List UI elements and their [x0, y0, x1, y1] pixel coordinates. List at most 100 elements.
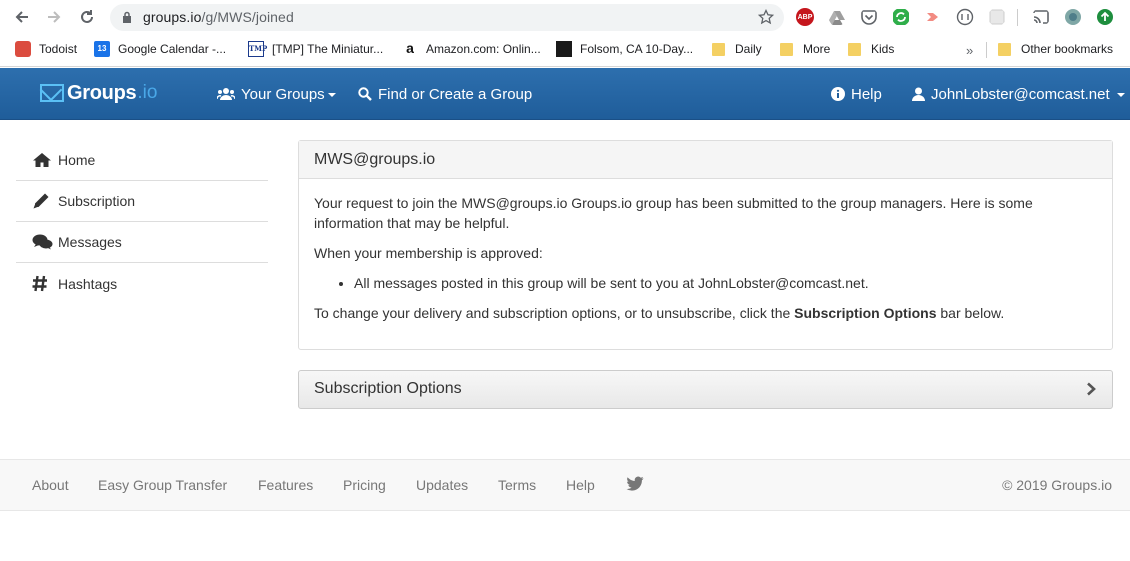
reload-icon	[81, 10, 93, 23]
chrome-divider	[0, 66, 1130, 67]
site-navbar: Groups .io Your Groups Find or Create a …	[0, 68, 1130, 120]
your-groups-dropdown[interactable]: Your Groups	[217, 84, 336, 104]
hint-text: To change your delivery and subscription…	[314, 305, 795, 321]
bookmark-label: Google Calendar -...	[118, 42, 227, 56]
arrow-right-icon	[48, 11, 61, 23]
footer-link-terms[interactable]: Terms	[498, 477, 536, 493]
sidebar-item-label: Hashtags	[58, 275, 118, 292]
group-sidebar: Home Subscription Messages Hashtags	[16, 140, 268, 304]
subscription-options-label: Subscription Options	[314, 380, 462, 397]
sync-extension-icon[interactable]	[892, 8, 910, 26]
folder-icon	[848, 43, 861, 56]
amazon-icon: a	[406, 40, 414, 56]
sidebar-item-home[interactable]: Home	[16, 140, 268, 181]
footer-link-easy-group-transfer[interactable]: Easy Group Transfer	[98, 477, 227, 493]
bookmark-star-icon[interactable]	[758, 9, 774, 25]
help-link[interactable]: Help	[831, 84, 882, 104]
tmp-icon: TMP	[248, 41, 267, 57]
sidebar-item-messages[interactable]: Messages	[16, 222, 268, 263]
bookmarks-bar: Todoist 13 Google Calendar -... TMP [TMP] …	[0, 35, 1130, 63]
update-arrow-icon[interactable]	[1096, 8, 1114, 26]
bookmark-todoist[interactable]: Todoist	[15, 40, 77, 58]
caret-down-icon	[327, 93, 336, 97]
sidebar-item-subscription[interactable]: Subscription	[16, 181, 268, 222]
caret-down-icon	[1116, 93, 1125, 97]
folder-icon	[998, 43, 1011, 56]
bookmark-label: Kids	[871, 42, 895, 56]
folder-icon	[712, 43, 725, 56]
pocket-icon[interactable]	[860, 8, 878, 26]
url-text[interactable]: groups.io/g/MWS/joined	[143, 9, 294, 25]
comments-icon	[32, 234, 54, 250]
adblock-plus-icon[interactable]: ABP	[796, 8, 814, 26]
bookmark-label: Other bookmarks	[1021, 42, 1114, 56]
hint-text-end: bar below.	[936, 305, 1005, 321]
bookmark-weather[interactable]: Folsom, CA 10-Day...	[556, 40, 693, 58]
brand-tld: .io	[137, 82, 158, 103]
your-groups-label: Your Groups	[241, 85, 325, 103]
google-drive-icon[interactable]	[828, 8, 846, 26]
subscription-hint: To change your delivery and subscription…	[314, 303, 1097, 323]
todoist-icon	[15, 41, 31, 57]
bookmark-label: Daily	[735, 42, 762, 56]
bookmark-label: Amazon.com: Onlin...	[426, 42, 541, 56]
home-icon	[32, 152, 54, 168]
address-bar[interactable]: groups.io/g/MWS/joined	[110, 4, 784, 31]
envelope-icon	[40, 84, 64, 102]
url-path: /g/MWS/joined	[201, 9, 294, 25]
bookmark-folder-kids[interactable]: Kids	[848, 40, 894, 58]
help-label: Help	[851, 85, 882, 103]
bookmark-label: [TMP] The Miniatur...	[272, 42, 384, 56]
sidebar-item-label: Subscription	[58, 193, 136, 209]
list-item: All messages posted in this group will b…	[354, 273, 1097, 293]
bookmark-other[interactable]: Other bookmarks	[998, 40, 1113, 58]
panel-title: MWS@groups.io	[299, 141, 1112, 179]
copyright: © 2019 Groups.io	[1002, 477, 1112, 493]
bookmark-folder-daily[interactable]: Daily	[712, 40, 762, 58]
weather-underground-icon	[556, 41, 572, 57]
bookmark-label: More	[803, 42, 831, 56]
google-calendar-icon: 13	[94, 41, 110, 57]
subscription-options-bar[interactable]: Subscription Options	[298, 370, 1113, 409]
chevron-right-icon	[1087, 382, 1096, 396]
reader-extension-icon[interactable]	[956, 8, 974, 26]
find-create-label: Find or Create a Group	[378, 85, 533, 103]
footer-link-about[interactable]: About	[32, 477, 69, 493]
hashtag-icon	[32, 275, 54, 292]
forward-button[interactable]	[45, 8, 63, 26]
user-email: JohnLobster@comcast.net	[931, 85, 1110, 103]
browser-toolbar: groups.io/g/MWS/joined ABP	[0, 0, 1130, 35]
sidebar-item-label: Home	[58, 152, 96, 168]
find-create-group-link[interactable]: Find or Create a Group	[358, 84, 532, 104]
footer-link-help[interactable]: Help	[566, 477, 595, 493]
bookmark-label: Todoist	[39, 42, 78, 56]
footer-link-pricing[interactable]: Pricing	[343, 477, 386, 493]
sidebar-item-hashtags[interactable]: Hashtags	[16, 263, 268, 304]
bookmark-folder-more[interactable]: More	[780, 40, 830, 58]
twitter-icon[interactable]	[626, 476, 644, 492]
share-extension-icon[interactable]	[924, 8, 942, 26]
arrow-left-icon	[15, 11, 28, 23]
url-host: groups.io	[143, 9, 202, 25]
pencil-icon	[32, 192, 54, 210]
reload-button[interactable]	[78, 8, 96, 26]
toolbar-divider	[1017, 9, 1018, 26]
info-circle-icon	[831, 87, 845, 101]
footer-link-features[interactable]: Features	[258, 477, 313, 493]
cast-icon[interactable]	[1032, 8, 1050, 26]
bookmark-amazon[interactable]: a Amazon.com: Onlin...	[402, 40, 541, 58]
lock-icon[interactable]	[122, 11, 132, 23]
user-account-dropdown[interactable]: JohnLobster@comcast.net	[912, 84, 1125, 104]
approval-list: All messages posted in this group will b…	[354, 273, 1097, 293]
bookmark-tmp[interactable]: TMP [TMP] The Miniatur...	[248, 40, 383, 58]
bookmarks-overflow-button[interactable]: »	[966, 43, 973, 58]
bookmark-google-calendar[interactable]: 13 Google Calendar -...	[94, 40, 226, 58]
back-button[interactable]	[13, 8, 31, 26]
grid-extension-icon[interactable]	[988, 8, 1006, 26]
hint-bold: Subscription Options	[794, 305, 937, 321]
profile-avatar-icon[interactable]	[1064, 8, 1082, 26]
site-footer: About Easy Group Transfer Features Prici…	[0, 459, 1130, 511]
footer-link-updates[interactable]: Updates	[416, 477, 468, 493]
approval-heading: When your membership is approved:	[314, 245, 543, 261]
groups-io-logo[interactable]: Groups .io	[40, 80, 157, 106]
